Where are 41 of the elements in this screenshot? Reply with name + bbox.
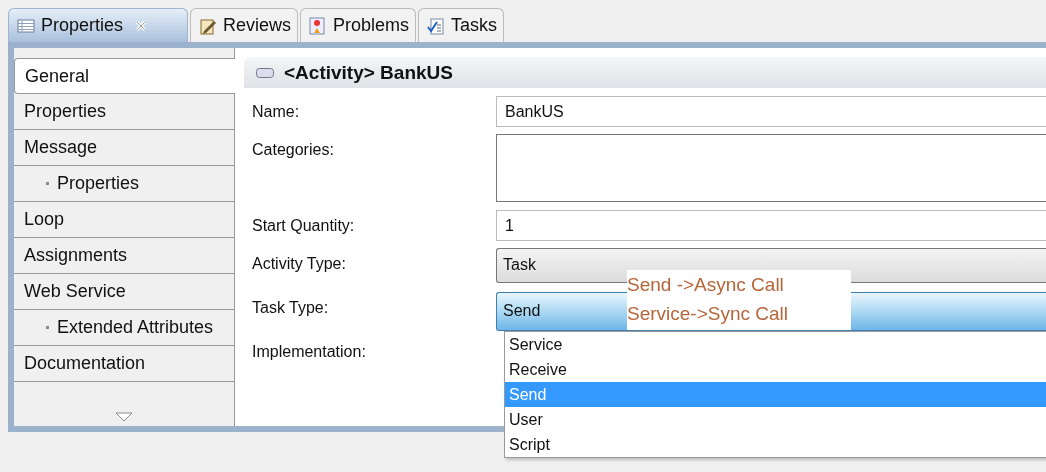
tab-label: Reviews	[223, 15, 292, 36]
sidebar-item[interactable]: Documentation	[14, 346, 234, 382]
table-icon	[17, 17, 35, 34]
tab-label: Properties	[41, 15, 124, 36]
tab-label: Tasks	[451, 15, 498, 36]
dropdown-option[interactable]: Receive	[505, 357, 1046, 382]
sidebar-item[interactable]: Loop	[14, 202, 234, 238]
checklist-icon	[427, 16, 446, 35]
view-tab[interactable]: Reviews	[190, 8, 299, 42]
field-label: Activity Type:	[251, 254, 347, 273]
sidebar-item[interactable]: Message	[14, 130, 234, 166]
text-area[interactable]	[496, 134, 1046, 202]
dropdown-option[interactable]: Service	[505, 332, 1046, 357]
view-tab[interactable]: Problems	[300, 8, 417, 42]
problems-icon	[309, 16, 328, 35]
view-tab[interactable]: Properties	[8, 8, 189, 42]
sidebar-item[interactable]: Web Service	[14, 274, 234, 310]
text-field[interactable]: 1	[496, 210, 1046, 241]
view-tab[interactable]: Tasks	[418, 8, 505, 42]
dropdown-option[interactable]: Script	[505, 432, 1046, 457]
text-field[interactable]: BankUS	[496, 96, 1046, 127]
dropdown-option[interactable]: User	[505, 407, 1046, 432]
notepad-icon	[199, 16, 218, 35]
close-icon[interactable]	[135, 19, 148, 32]
scroll-down-icon[interactable]	[115, 412, 133, 422]
activity-icon	[256, 67, 274, 78]
sidebar-item[interactable]: Properties	[14, 94, 234, 130]
annotation-text: Service->Sync Call	[627, 302, 790, 326]
sidebar-item[interactable]: General	[14, 58, 235, 94]
bullet-icon	[46, 182, 49, 185]
field-label: Task Type:	[251, 298, 330, 317]
sidebar-item[interactable]: Assignments	[14, 238, 234, 274]
tab-label: Problems	[333, 15, 410, 36]
bullet-icon	[46, 326, 49, 329]
field-label: Start Quantity:	[251, 216, 356, 235]
header-title: <Activity> BankUS	[284, 61, 453, 84]
sidebar-item[interactable]: Extended Attributes	[14, 310, 234, 346]
sidebar-item[interactable]: Properties	[14, 166, 234, 202]
field-label: Implementation:	[251, 342, 367, 361]
field-label: Name:	[251, 102, 301, 121]
field-label: Categories:	[251, 140, 335, 159]
